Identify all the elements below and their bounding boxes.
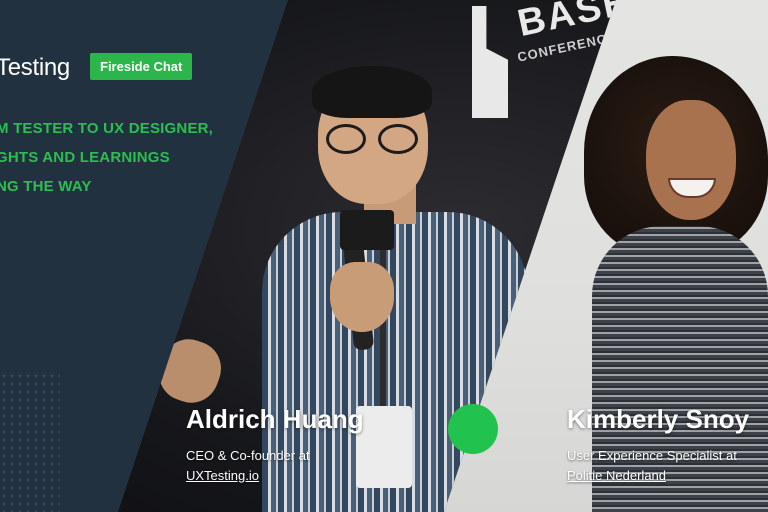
aldrich-hand — [330, 262, 394, 332]
dot-pattern — [0, 372, 60, 512]
kimberly-face — [646, 100, 736, 220]
conference-badge — [356, 406, 412, 488]
speaker-org-link[interactable]: Politie Nederland — [567, 468, 666, 483]
headline-line: GHTS AND LEARNINGS — [0, 149, 170, 166]
fireside-chat-tag: Fireside Chat — [90, 53, 193, 80]
session-headline: M TESTER TO UX DESIGNER, GHTS AND LEARNI… — [0, 114, 213, 201]
headline-line: NG THE WAY — [0, 178, 92, 195]
aldrich-hair — [312, 66, 432, 118]
speaker-name-kimberly: Kimberly Snoy — [567, 404, 750, 434]
event-banner: BASE CONFERENCE Testing Fireside Chat M … — [0, 0, 768, 512]
speaker-role-kimberly: User Experience Specialist at Politie Ne… — [567, 446, 737, 486]
headline-line: M TESTER TO UX DESIGNER, — [0, 120, 214, 137]
base-logo-icon — [472, 6, 508, 118]
speaker-title: User Experience Specialist at — [567, 448, 737, 463]
brand-wordmark: Testing — [0, 54, 70, 81]
speaker-name-aldrich: Aldrich Huang — [186, 404, 364, 434]
speaker-title: CEO & Co-founder at — [186, 448, 310, 463]
microphone-icon — [340, 210, 394, 250]
speaker-role-aldrich: CEO & Co-founder at UXTesting.io — [186, 446, 310, 486]
speaker-org-link[interactable]: UXTesting.io — [186, 468, 259, 483]
glasses-icon — [326, 124, 418, 154]
accent-circle — [448, 404, 498, 454]
